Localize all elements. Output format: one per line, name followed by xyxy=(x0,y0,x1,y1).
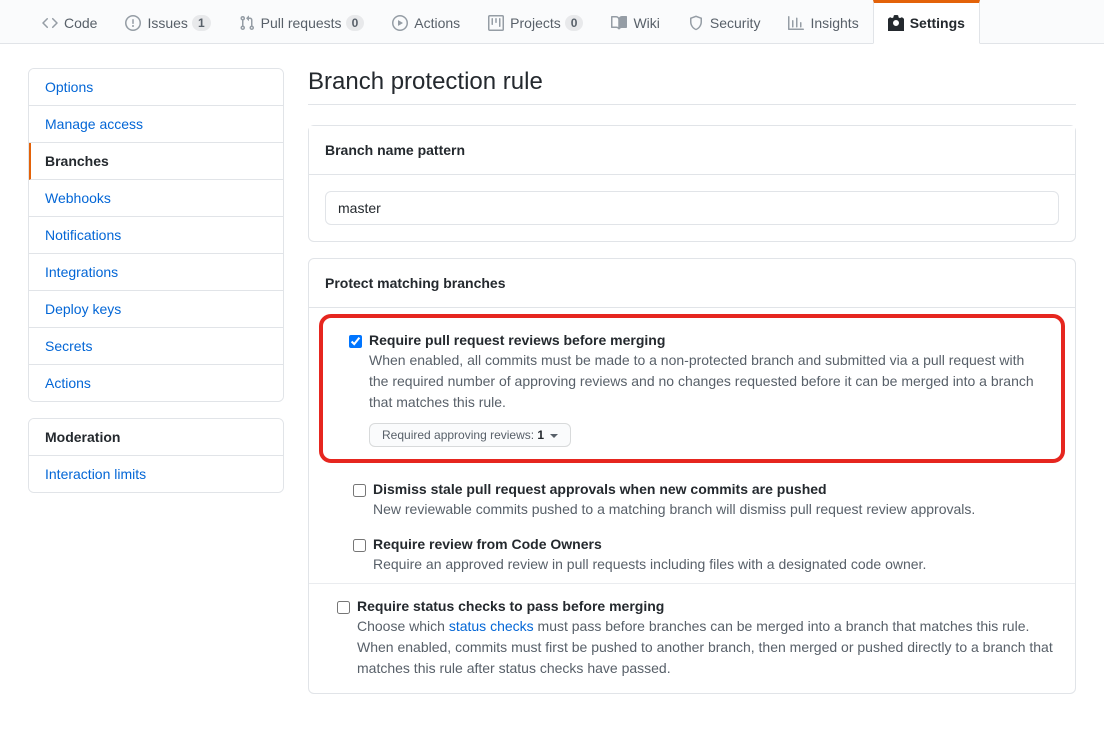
content: Branch protection rule Branch name patte… xyxy=(308,68,1076,710)
tab-actions[interactable]: Actions xyxy=(378,0,474,44)
play-icon xyxy=(392,15,408,31)
graph-icon xyxy=(788,15,804,31)
tab-code-label: Code xyxy=(64,15,97,31)
tab-security[interactable]: Security xyxy=(674,0,775,44)
required-reviews-dropdown[interactable]: Required approving reviews: 1 xyxy=(369,423,571,447)
branch-pattern-input[interactable] xyxy=(325,191,1059,225)
label-require-reviews: Require pull request reviews before merg… xyxy=(369,332,1039,348)
protect-branches-box: Protect matching branches Require pull r… xyxy=(308,258,1076,694)
dropdown-value: 1 xyxy=(537,428,544,442)
sidebar-item-interaction-limits[interactable]: Interaction limits xyxy=(29,456,283,492)
option-dismiss-stale: Dismiss stale pull request approvals whe… xyxy=(329,473,1075,528)
sidebar-item-notifications[interactable]: Notifications xyxy=(29,217,283,254)
book-icon xyxy=(611,15,627,31)
shield-icon xyxy=(688,15,704,31)
sidebar-item-branches[interactable]: Branches xyxy=(29,143,283,180)
pull-request-icon xyxy=(239,15,255,31)
tab-settings[interactable]: Settings xyxy=(873,0,980,44)
tab-projects-label: Projects xyxy=(510,15,561,31)
issue-icon xyxy=(125,15,141,31)
branch-pattern-box: Branch name pattern xyxy=(308,125,1076,242)
tab-issues-label: Issues xyxy=(147,15,187,31)
page-title: Branch protection rule xyxy=(308,68,1076,105)
option-require-reviews: Require pull request reviews before merg… xyxy=(329,328,1055,447)
dropdown-prefix: Required approving reviews: xyxy=(382,428,537,442)
label-code-owners: Require review from Code Owners xyxy=(373,536,1059,552)
tab-insights-label: Insights xyxy=(810,15,858,31)
tab-wiki[interactable]: Wiki xyxy=(597,0,673,44)
sidebar-item-options[interactable]: Options xyxy=(29,69,283,106)
sidebar-item-actions[interactable]: Actions xyxy=(29,365,283,401)
label-status-checks: Require status checks to pass before mer… xyxy=(357,598,1059,614)
tab-code[interactable]: Code xyxy=(28,0,111,44)
sidebar-item-integrations[interactable]: Integrations xyxy=(29,254,283,291)
project-icon xyxy=(488,15,504,31)
tab-actions-label: Actions xyxy=(414,15,460,31)
option-status-checks: Require status checks to pass before mer… xyxy=(309,584,1075,693)
checkbox-status-checks[interactable] xyxy=(337,601,350,614)
tab-pulls[interactable]: Pull requests 0 xyxy=(225,0,379,44)
option-code-owners: Require review from Code Owners Require … xyxy=(329,528,1075,583)
code-icon xyxy=(42,15,58,31)
sidebar-heading-moderation: Moderation xyxy=(29,419,283,456)
checkbox-code-owners[interactable] xyxy=(353,539,366,552)
pulls-count: 0 xyxy=(346,15,365,31)
protect-branches-header: Protect matching branches xyxy=(309,259,1075,308)
label-dismiss-stale: Dismiss stale pull request approvals whe… xyxy=(373,481,1059,497)
highlight-require-reviews: Require pull request reviews before merg… xyxy=(319,314,1065,463)
projects-count: 0 xyxy=(565,15,584,31)
tab-wiki-label: Wiki xyxy=(633,15,659,31)
sidebar-item-webhooks[interactable]: Webhooks xyxy=(29,180,283,217)
status-checks-link[interactable]: status checks xyxy=(449,618,534,634)
tab-settings-label: Settings xyxy=(910,15,965,31)
tab-insights[interactable]: Insights xyxy=(774,0,872,44)
issues-count: 1 xyxy=(192,15,211,31)
sidebar-item-deploy-keys[interactable]: Deploy keys xyxy=(29,291,283,328)
note-dismiss-stale: New reviewable commits pushed to a match… xyxy=(373,501,975,517)
gear-icon xyxy=(888,15,904,31)
note-status-checks: Choose which status checks must pass bef… xyxy=(357,618,1053,676)
tab-security-label: Security xyxy=(710,15,761,31)
note-code-owners: Require an approved review in pull reque… xyxy=(373,556,926,572)
settings-sidebar: Options Manage access Branches Webhooks … xyxy=(28,68,284,710)
note-require-reviews: When enabled, all commits must be made t… xyxy=(369,352,1034,410)
caret-down-icon xyxy=(550,434,558,438)
tab-pulls-label: Pull requests xyxy=(261,15,342,31)
tab-issues[interactable]: Issues 1 xyxy=(111,0,224,44)
tab-projects[interactable]: Projects 0 xyxy=(474,0,597,44)
branch-pattern-header: Branch name pattern xyxy=(309,126,1075,175)
sidebar-item-secrets[interactable]: Secrets xyxy=(29,328,283,365)
checkbox-dismiss-stale[interactable] xyxy=(353,484,366,497)
repo-tabs: Code Issues 1 Pull requests 0 Actions Pr… xyxy=(0,0,1104,44)
checkbox-require-reviews[interactable] xyxy=(349,335,362,348)
sidebar-item-manage-access[interactable]: Manage access xyxy=(29,106,283,143)
